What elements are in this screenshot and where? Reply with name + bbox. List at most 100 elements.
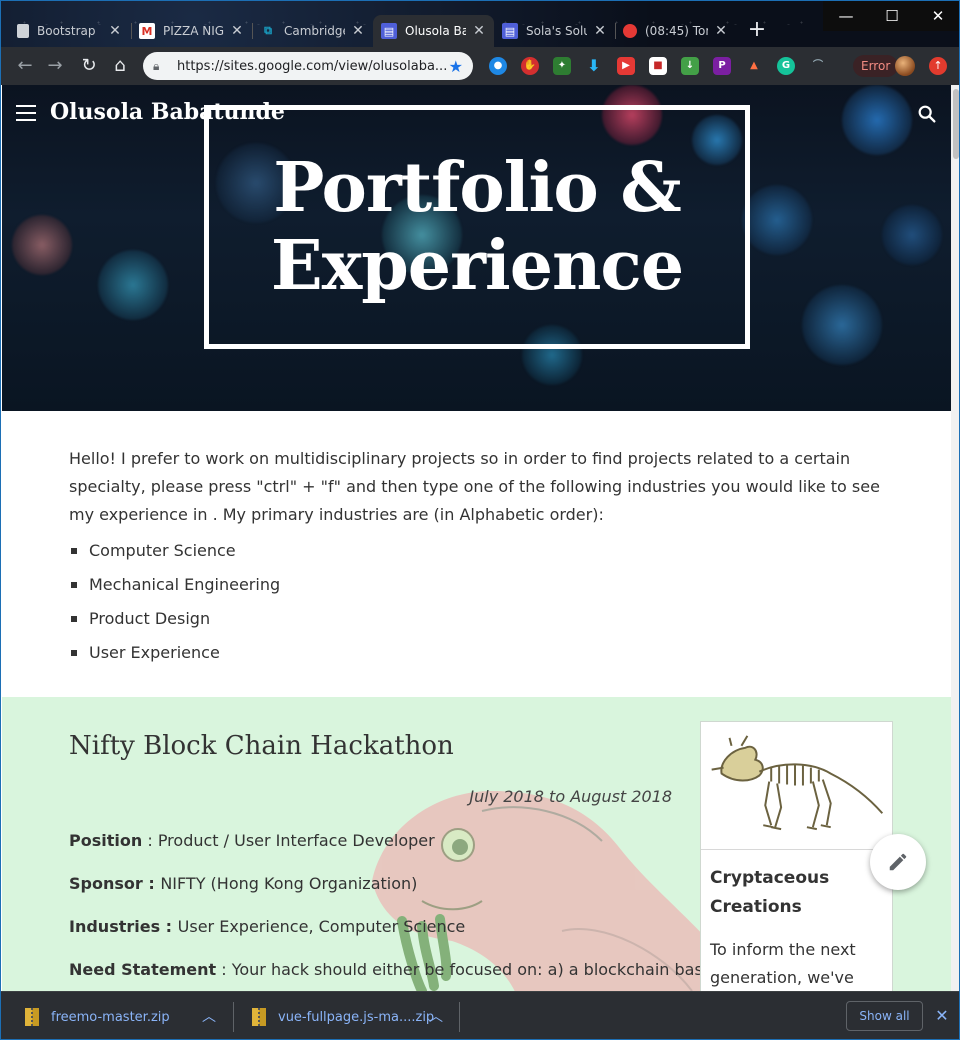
download-arrow-icon[interactable]: ⬇ bbox=[585, 57, 603, 75]
industries-field: Industries : User Experience, Computer S… bbox=[69, 917, 465, 936]
page-title-line2: Experience bbox=[270, 226, 684, 306]
adblock-icon[interactable]: ✋ bbox=[521, 57, 539, 75]
close-window-button[interactable]: ✕ bbox=[915, 1, 959, 31]
chevron-up-icon[interactable]: ︿ bbox=[426, 1000, 446, 1034]
card-text: To inform the next generation, we've bbox=[710, 940, 856, 987]
back-button[interactable]: ← bbox=[13, 54, 37, 78]
extension-icon[interactable]: ■ bbox=[649, 57, 667, 75]
extension-icon[interactable]: ✦ bbox=[553, 57, 571, 75]
field-value: : Product / User Interface Developer bbox=[142, 831, 435, 850]
bookmark-star-icon[interactable]: ★ bbox=[449, 57, 463, 76]
page-icon bbox=[17, 24, 29, 38]
browser-toolbar: ← → ↻ ⌂ 🔒︎ https://sites.google.com/view… bbox=[1, 47, 959, 85]
reload-button[interactable]: ↻ bbox=[77, 54, 101, 78]
tab-pizza-night[interactable]: M PIZZA NIGHT ✕ bbox=[131, 15, 252, 47]
hero-title-box: Portfolio & Experience bbox=[204, 105, 750, 349]
avatar[interactable] bbox=[895, 56, 915, 76]
grammarly-icon[interactable]: G bbox=[777, 57, 795, 75]
field-value: User Experience, Computer Science bbox=[177, 917, 466, 936]
page-title: Portfolio & Experience bbox=[270, 148, 684, 306]
need-statement-field: Need Statement : Your hack should either… bbox=[69, 960, 723, 979]
edit-button[interactable] bbox=[870, 834, 926, 890]
chevron-up-icon[interactable]: ︿ bbox=[199, 1000, 219, 1034]
lock-icon: 🔒︎ bbox=[153, 58, 160, 73]
address-bar[interactable]: 🔒︎ https://sites.google.com/view/olusola… bbox=[143, 52, 473, 80]
gmail-icon: M bbox=[139, 23, 155, 39]
url-text: https://sites.google.com/view/olusolaba.… bbox=[177, 58, 448, 74]
list-item: Computer Science bbox=[69, 537, 899, 571]
show-all-button[interactable]: Show all bbox=[846, 1001, 923, 1031]
maximize-button[interactable]: ☐ bbox=[869, 1, 915, 31]
menu-icon[interactable] bbox=[16, 105, 36, 121]
page-content: Olusola Babatunde Portfolio & Experience… bbox=[2, 85, 951, 991]
tab-close-icon[interactable]: ✕ bbox=[230, 23, 244, 39]
intro-text: Hello! I prefer to work on multidiscipli… bbox=[69, 449, 880, 524]
tab-close-icon[interactable]: ✕ bbox=[593, 23, 607, 39]
zip-file-icon bbox=[252, 1008, 266, 1026]
sponsor-field: Sponsor : NIFTY (Hong Kong Organization) bbox=[69, 874, 417, 893]
extension-icon[interactable]: ↓ bbox=[681, 57, 699, 75]
position-field: Position : Product / User Interface Deve… bbox=[69, 831, 435, 850]
list-item: Mechanical Engineering bbox=[69, 571, 899, 605]
tab-close-icon[interactable]: ✕ bbox=[351, 23, 365, 39]
extension-icon[interactable]: ▲ bbox=[745, 57, 763, 75]
google-sites-icon: ▤ bbox=[381, 23, 397, 39]
tab-label: Cambridge bbox=[284, 24, 345, 38]
card-title[interactable]: Cryptaceous Creations bbox=[710, 864, 880, 922]
field-value: NIFTY (Hong Kong Organization) bbox=[160, 874, 418, 893]
tab-label: Olusola Babatunde bbox=[405, 24, 466, 38]
project-date: July 2018 to August 2018 bbox=[469, 787, 672, 806]
extension-icon[interactable]: ⌒ bbox=[809, 57, 827, 75]
project-card[interactable]: Cryptaceous Creations To inform the next… bbox=[700, 721, 893, 991]
field-value: : Your hack should either be focused on:… bbox=[216, 960, 723, 979]
tab-cambridge[interactable]: ⧉ Cambridge ✕ bbox=[252, 15, 373, 47]
tab-tomato-timer[interactable]: (08:45) Tomato ✕ bbox=[615, 15, 736, 47]
new-tab-button[interactable]: + bbox=[743, 17, 771, 45]
tab-strip: Bootstrap ✕ M PIZZA NIGHT ✕ ⧉ Cambridge … bbox=[1, 1, 959, 47]
industries-list: Computer Science Mechanical Engineering … bbox=[69, 537, 899, 673]
hero-banner: Olusola Babatunde Portfolio & Experience bbox=[2, 85, 951, 411]
tab-close-icon[interactable]: ✕ bbox=[472, 23, 486, 39]
tab-bootstrap[interactable]: Bootstrap ✕ bbox=[9, 15, 130, 47]
browser-window: Bootstrap ✕ M PIZZA NIGHT ✕ ⧉ Cambridge … bbox=[0, 0, 960, 1040]
scrollbar-thumb[interactable] bbox=[953, 89, 959, 159]
page-title-line1: Portfolio & bbox=[273, 148, 682, 228]
project-section: Nifty Block Chain Hackathon July 2018 to… bbox=[2, 697, 951, 991]
extension-icon[interactable]: P bbox=[713, 57, 731, 75]
field-label: Sponsor : bbox=[69, 874, 161, 893]
download-shelf: freemo-master.zip ︿ vue-fullpage.js-ma..… bbox=[1, 991, 959, 1039]
field-label: Industries : bbox=[69, 917, 178, 936]
update-icon[interactable]: ↑ bbox=[929, 57, 947, 75]
cambridge-icon: ⧉ bbox=[264, 24, 272, 37]
tab-olusola-babatunde[interactable]: ▤ Olusola Babatunde ✕ bbox=[373, 15, 494, 47]
tab-label: Bootstrap bbox=[37, 24, 96, 38]
tab-label: (08:45) Tomato bbox=[645, 24, 708, 38]
download-item[interactable]: vue-fullpage.js-ma....zip bbox=[252, 1000, 434, 1034]
list-item: Product Design bbox=[69, 605, 899, 639]
tab-close-icon[interactable]: ✕ bbox=[108, 23, 122, 39]
home-button[interactable]: ⌂ bbox=[108, 54, 132, 78]
tab-label: PIZZA NIGHT bbox=[163, 24, 224, 38]
list-item: User Experience bbox=[69, 639, 899, 673]
profile-error-button[interactable]: Error bbox=[853, 55, 899, 77]
minimize-button[interactable]: — bbox=[823, 1, 869, 31]
download-item[interactable]: freemo-master.zip bbox=[25, 1000, 170, 1034]
page-scrollbar[interactable] bbox=[951, 85, 959, 991]
download-filename: freemo-master.zip bbox=[51, 1009, 170, 1025]
tab-close-icon[interactable]: ✕ bbox=[714, 23, 728, 39]
field-label: Position bbox=[69, 831, 143, 850]
search-icon[interactable] bbox=[916, 103, 938, 125]
triceratops-skeleton-image bbox=[701, 722, 892, 850]
forward-button[interactable]: → bbox=[43, 54, 67, 78]
extension-icon[interactable]: ● bbox=[489, 57, 507, 75]
download-filename: vue-fullpage.js-ma....zip bbox=[278, 1009, 435, 1025]
field-label: Need Statement bbox=[69, 960, 217, 979]
zip-file-icon bbox=[25, 1008, 39, 1026]
extension-icon[interactable]: ▶ bbox=[617, 57, 635, 75]
google-sites-icon: ▤ bbox=[502, 23, 518, 39]
tomato-icon bbox=[623, 24, 637, 38]
project-title: Nifty Block Chain Hackathon bbox=[69, 731, 454, 761]
close-icon[interactable]: ✕ bbox=[931, 1004, 953, 1028]
tab-solas-solutions[interactable]: ▤ Sola's Solutions ✕ bbox=[494, 15, 615, 47]
intro-section: Hello! I prefer to work on multidiscipli… bbox=[69, 445, 899, 673]
